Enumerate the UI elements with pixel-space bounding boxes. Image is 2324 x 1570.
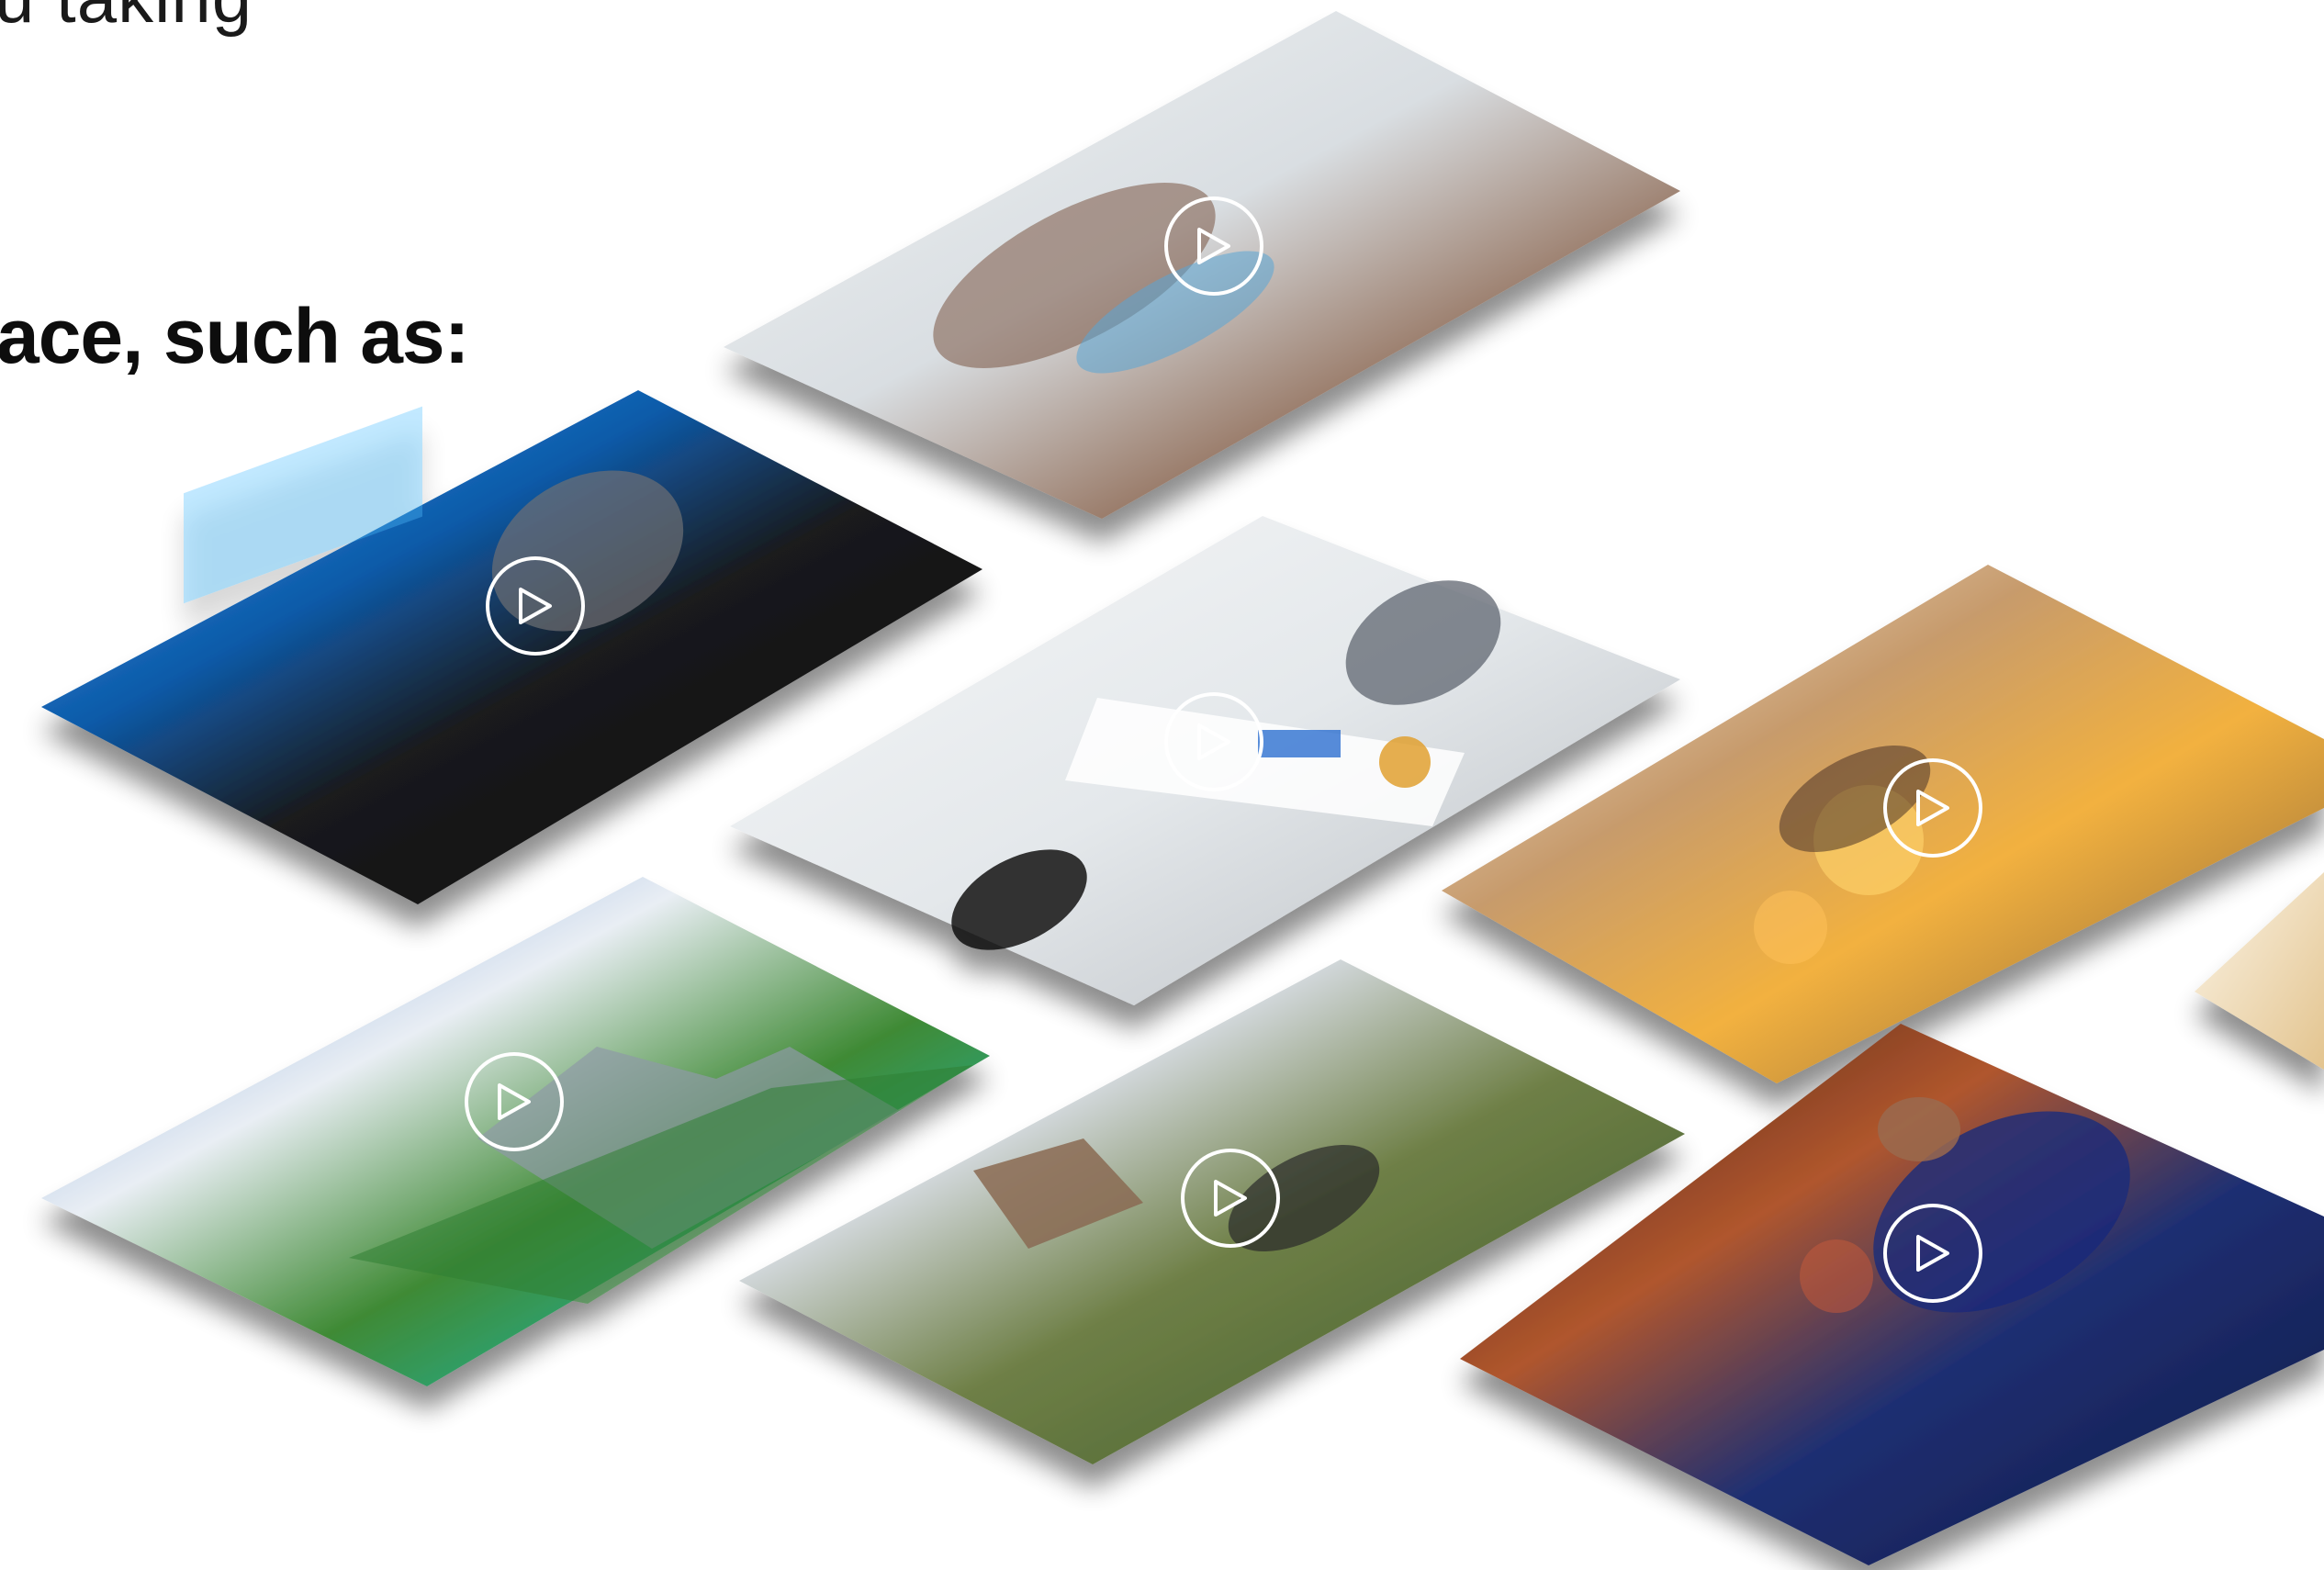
video-tile-partial-edge[interactable] <box>2195 872 2324 1070</box>
video-tiles-collage <box>41 11 2324 1565</box>
video-tile-tablet-friends[interactable] <box>724 11 1680 519</box>
page: u taking ace, such as: <box>0 0 2324 1570</box>
